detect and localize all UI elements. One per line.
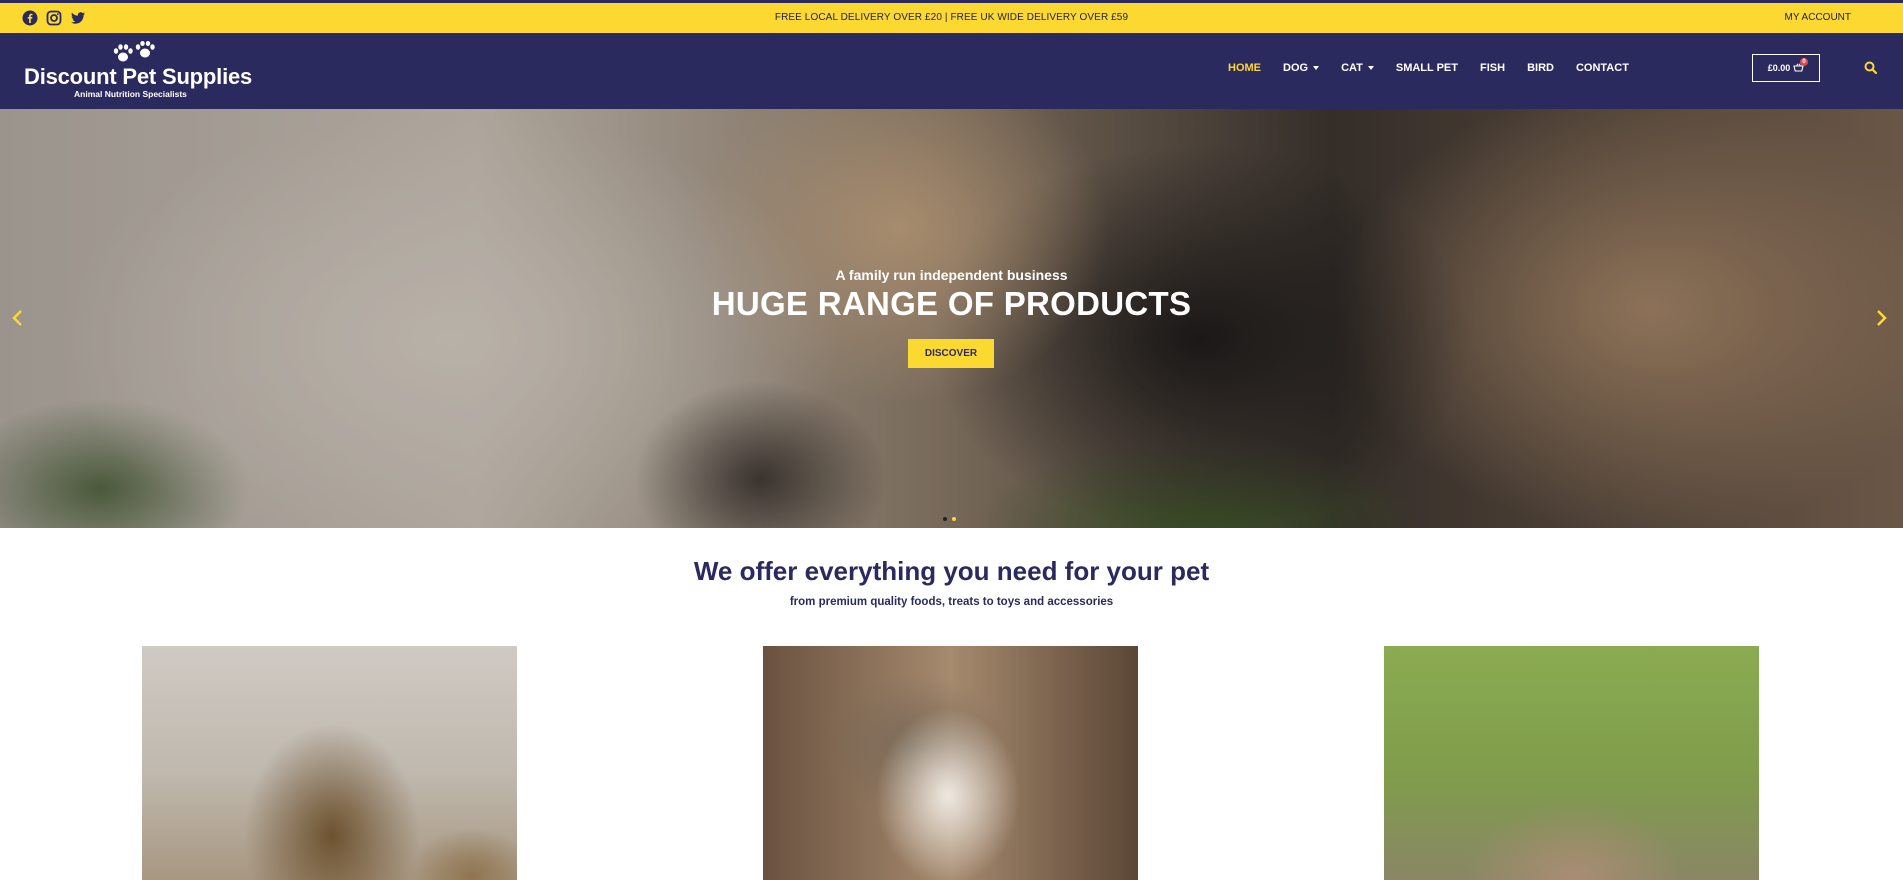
nav-item-bird[interactable]: BIRD xyxy=(1527,62,1554,74)
delivery-promo-text: FREE LOCAL DELIVERY OVER £20 | FREE UK W… xyxy=(774,12,1129,23)
small-pet-category-image[interactable] xyxy=(1384,646,1759,880)
chevron-right-icon[interactable] xyxy=(1875,309,1889,332)
cart-total: £0.00 xyxy=(1767,63,1791,73)
nav-label: HOME xyxy=(1228,62,1261,74)
nav-item-dog[interactable]: DOG xyxy=(1283,62,1320,74)
slider-dot[interactable] xyxy=(943,517,947,521)
my-account-link[interactable]: MY ACCOUNT xyxy=(1785,12,1852,23)
nav-label: CONTACT xyxy=(1575,62,1629,74)
search-icon[interactable] xyxy=(1864,61,1878,79)
main-nav: HOME DOG CAT SMALL PET FISH BIRD CONTACT xyxy=(1228,62,1651,74)
caret-down-icon xyxy=(1313,66,1320,70)
logo-title: Discount Pet Supplies xyxy=(24,64,253,89)
cart-button[interactable]: £0.00 0 xyxy=(1752,54,1820,82)
caret-down-icon xyxy=(1367,66,1374,70)
paw-icon xyxy=(113,41,155,62)
discover-button[interactable]: DISCOVER xyxy=(908,339,994,368)
slider-dot-active[interactable] xyxy=(952,517,956,521)
nav-label: BIRD xyxy=(1527,62,1554,74)
hero-title: HUGE RANGE OF PRODUCTS xyxy=(711,285,1192,322)
nav-item-cat[interactable]: CAT xyxy=(1341,62,1374,74)
cart-count-badge: 0 xyxy=(1800,58,1808,66)
nav-item-home[interactable]: HOME xyxy=(1228,62,1261,74)
nav-label: FISH xyxy=(1480,62,1506,74)
dog-category-image[interactable] xyxy=(142,646,517,880)
chevron-left-icon[interactable] xyxy=(10,309,24,332)
top-bar: FREE LOCAL DELIVERY OVER £20 | FREE UK W… xyxy=(0,0,1903,33)
hero-slider: A family run independent business HUGE R… xyxy=(0,109,1903,528)
nav-label: SMALL PET xyxy=(1395,62,1458,74)
nav-label: DOG xyxy=(1283,62,1309,74)
nav-item-contact[interactable]: CONTACT xyxy=(1576,62,1629,74)
section-subtitle: from premium quality foods, treats to to… xyxy=(789,596,1114,608)
nav-label: CAT xyxy=(1341,62,1363,74)
slider-dots xyxy=(943,517,956,521)
nav-item-small-pet[interactable]: SMALL PET xyxy=(1396,62,1458,74)
site-header: Discount Pet Supplies Animal Nutrition S… xyxy=(0,33,1903,109)
cat-category-image[interactable] xyxy=(763,646,1138,880)
hero-tagline: A family run independent business xyxy=(835,267,1068,283)
section-title: We offer everything you need for your pe… xyxy=(693,556,1210,586)
site-logo[interactable]: Discount Pet Supplies Animal Nutrition S… xyxy=(24,41,254,101)
logo-subtitle: Animal Nutrition Specialists xyxy=(74,89,187,99)
nav-item-fish[interactable]: FISH xyxy=(1480,62,1505,74)
